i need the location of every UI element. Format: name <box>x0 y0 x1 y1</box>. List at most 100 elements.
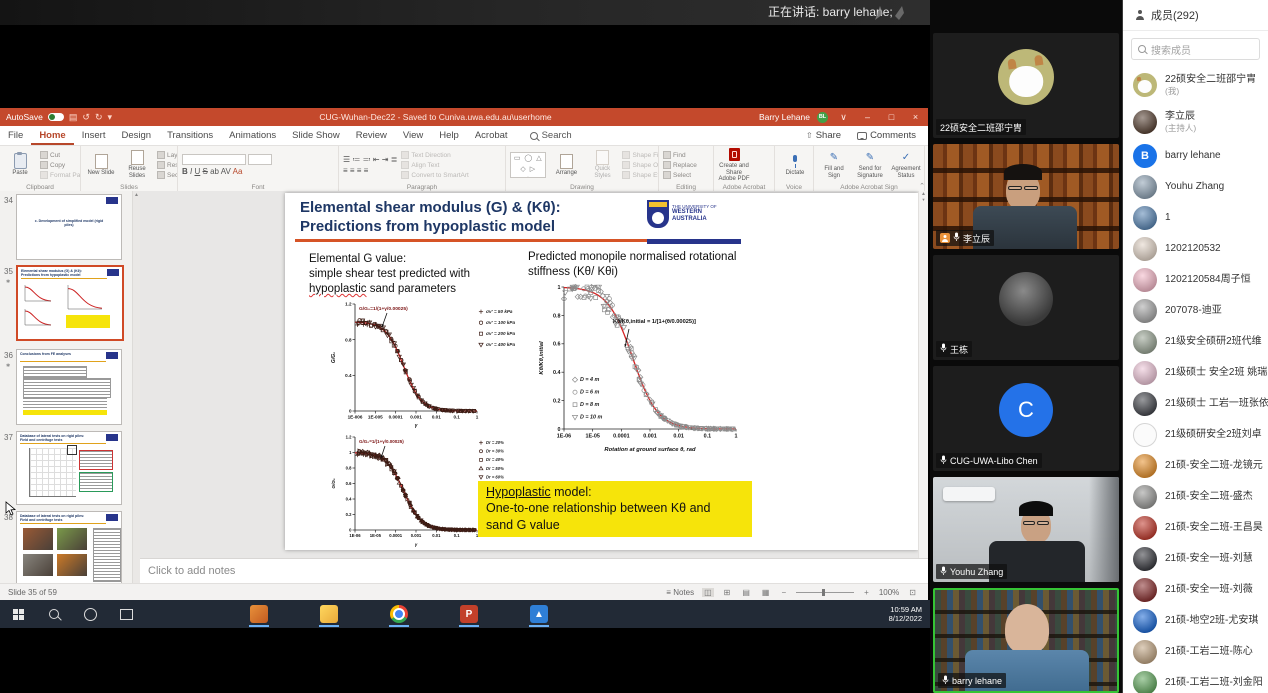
tab-home[interactable]: Home <box>31 127 73 145</box>
participant-row[interactable]: Bbarry lehane <box>1123 140 1268 171</box>
zoom-slider[interactable] <box>796 592 854 593</box>
ribbon-button-replace[interactable]: Replace <box>663 161 697 169</box>
notes-toggle-button[interactable]: ≡ Notes <box>666 588 694 597</box>
ribbon-button-shape-fill[interactable]: Shape Fill <box>622 151 654 159</box>
participant-row[interactable]: 21硕-安全二班-盛杰 <box>1123 481 1268 512</box>
tab-view[interactable]: View <box>395 127 431 145</box>
file-explorer-button[interactable] <box>314 600 344 628</box>
ribbon-display-button[interactable]: ∨ <box>835 112 852 123</box>
slide-sorter-icon[interactable]: ⊞ <box>722 588 733 597</box>
chrome-button[interactable] <box>384 600 414 628</box>
font-size-combobox[interactable] <box>248 154 272 165</box>
slide-thumbnail-36[interactable]: Conclusions from FE analyses <box>16 349 122 425</box>
tab-transitions[interactable]: Transitions <box>159 127 221 145</box>
participant-row[interactable]: 21硕-安全一班-刘薇 <box>1123 574 1268 605</box>
participant-row[interactable]: 21硕-安全二班-王昌昊 <box>1123 512 1268 543</box>
participant-row[interactable]: 21级硕士 工岩一班张依杰 <box>1123 388 1268 419</box>
participant-row[interactable]: 21硕-安全二班-龙镜元 <box>1123 450 1268 481</box>
participant-row[interactable]: 22硕安全二班邵宁胄(我) <box>1123 66 1268 103</box>
ribbon-button-arrange[interactable]: Arrange <box>550 154 582 177</box>
taskbar-clock[interactable]: 10:59 AM 8/12/2022 <box>889 605 930 623</box>
ribbon-button-align-text[interactable]: Align Text <box>401 161 468 169</box>
ribbon-button-send-for-signature[interactable]: ✎Send for Signature <box>854 150 886 179</box>
participant-row[interactable]: 21硕-工岩二班-陈心 <box>1123 636 1268 667</box>
notes-pane[interactable]: Click to add notes <box>140 558 928 583</box>
ribbon-button-reset[interactable]: Reset <box>157 161 173 169</box>
font-style-buttons[interactable]: B I U S ab AV Aa <box>182 167 272 176</box>
ribbon-button-dictate[interactable]: Dictate <box>779 154 811 177</box>
meeting-app-button[interactable] <box>244 600 274 628</box>
tab-acrobat[interactable]: Acrobat <box>467 127 516 145</box>
participant-row[interactable]: 21硕-工岩二班-刘金阳 <box>1123 667 1268 693</box>
ribbon-button-format-painter[interactable]: Format Painter <box>40 171 76 179</box>
participant-row[interactable]: 207078-迪亚 <box>1123 295 1268 326</box>
close-button[interactable]: × <box>907 112 924 122</box>
video-tile-2[interactable]: 李立辰 <box>933 144 1119 249</box>
autosave-toggle[interactable] <box>48 113 64 121</box>
ppt-titlebar[interactable]: AutoSave ▤ ↺ ↻ ▾ CUG-Wuhan-Dec22 - Saved… <box>0 108 928 126</box>
normal-view-icon[interactable]: ◫ <box>702 588 714 597</box>
minimize-button[interactable]: – <box>859 112 876 122</box>
slide-thumbnail-37[interactable]: Database of lateral tests on rigid piles… <box>16 431 122 505</box>
ribbon-button-quick-styles[interactable]: Quick Styles <box>586 150 618 179</box>
video-tile-4[interactable]: CCUG-UWA-Libo Chen <box>933 366 1119 471</box>
comments-button[interactable]: Comments <box>857 130 916 141</box>
save-icon[interactable]: ▤ <box>69 108 78 126</box>
zoom-in-icon[interactable]: + <box>862 588 871 597</box>
ribbon-button-convert-to-smartart[interactable]: Convert to SmartArt <box>401 171 468 179</box>
slide-thumbnail-34[interactable]: c. Development of simplified model (rigi… <box>16 194 122 260</box>
ribbon-button-find[interactable]: Find <box>663 151 697 159</box>
redo-icon[interactable]: ↻ <box>95 108 103 126</box>
ribbon-button-section[interactable]: Section <box>157 171 173 179</box>
slideshow-icon[interactable]: ▦ <box>760 588 772 597</box>
account-name[interactable]: Barry Lehane <box>759 112 810 122</box>
tab-review[interactable]: Review <box>348 127 395 145</box>
ribbon-button-layout[interactable]: Layout <box>157 151 173 159</box>
ribbon-button-cut[interactable]: Cut <box>40 151 76 159</box>
participant-row[interactable]: 21级安全硕研2班代维 <box>1123 326 1268 357</box>
taskbar-search-icon[interactable] <box>36 600 72 628</box>
thumbnail-scrollbar[interactable]: ▲ <box>132 191 140 583</box>
video-tile-6[interactable]: barry lehane <box>933 588 1119 693</box>
ribbon-button-text-direction[interactable]: Text Direction <box>401 151 468 159</box>
share-button[interactable]: ⇧ Share <box>806 130 841 141</box>
tab-help[interactable]: Help <box>431 127 467 145</box>
ribbon-button-copy[interactable]: Copy <box>40 161 76 169</box>
fit-slide-icon[interactable]: ⊡ <box>907 588 918 597</box>
ribbon-button-paste[interactable]: Paste <box>4 154 36 177</box>
tab-file[interactable]: File <box>0 127 31 145</box>
member-search-input[interactable]: 搜索成员 <box>1131 38 1260 60</box>
participant-row[interactable]: 1202120532 <box>1123 233 1268 264</box>
ribbon-button-fill-and-sign[interactable]: ✎Fill and Sign <box>818 150 850 179</box>
photos-app-button[interactable]: ▲ <box>524 600 554 628</box>
ribbon-button-select[interactable]: Select <box>663 171 697 179</box>
ribbon-button-reuse-slides[interactable]: Reuse Slides <box>121 150 153 179</box>
tab-design[interactable]: Design <box>113 127 159 145</box>
participant-row[interactable]: Youhu Zhang <box>1123 171 1268 202</box>
paragraph-buttons-row1[interactable]: ☰ ≔ ≕ ⇤ ⇥ ≣ <box>343 155 397 164</box>
font-name-combobox[interactable] <box>182 154 246 165</box>
zoom-out-icon[interactable]: − <box>779 588 788 597</box>
video-tile-3[interactable]: 王栋 <box>933 255 1119 360</box>
ribbon-button-create-and-share-adobe-pdf[interactable]: Create and Share Adobe PDF <box>718 147 750 183</box>
slide-thumbnail-panel[interactable]: ▲ 34c. Development of simplified model (… <box>0 191 141 583</box>
ribbon-button-shape-effects[interactable]: Shape Effects <box>622 171 654 179</box>
participant-row[interactable]: 1202120584周子恒 <box>1123 264 1268 295</box>
participant-row[interactable]: 21级硕研安全2班刘卓 <box>1123 419 1268 450</box>
scroll-up-icon[interactable]: ▲ <box>133 191 140 199</box>
tab-animations[interactable]: Animations <box>221 127 284 145</box>
account-avatar[interactable]: BL <box>817 112 828 123</box>
participant-row[interactable]: 21硕-安全一班-刘慧 <box>1123 543 1268 574</box>
ribbon-button-new-slide[interactable]: New Slide <box>85 154 117 177</box>
shape-gallery[interactable]: ▭ ◯ △ ◇ ▷☆ ✚ ⇨ ▢ ◠ <box>510 152 546 178</box>
slide-thumbnail-35[interactable]: Elemental shear modulus (G) & (Kθ): Pred… <box>16 265 124 341</box>
powerpoint-button[interactable]: P <box>454 600 484 628</box>
zoom-level[interactable]: 100% <box>879 588 899 597</box>
maximize-button[interactable]: □ <box>883 112 900 122</box>
slide-thumbnail-38[interactable]: Database of lateral tests on rigid piles… <box>16 511 122 583</box>
video-tile-1[interactable]: 22硕安全二班邵宁胄 <box>933 33 1119 138</box>
canvas-scrollbar[interactable]: ▲▼ <box>918 191 928 558</box>
slide[interactable]: Elemental shear modulus (G) & (Kθ): Pred… <box>285 193 918 550</box>
participants-list[interactable]: 22硕安全二班邵宁胄(我)李立辰(主持人)Bbarry lehaneYouhu … <box>1123 66 1268 693</box>
video-tile-5[interactable]: Youhu Zhang <box>933 477 1119 582</box>
